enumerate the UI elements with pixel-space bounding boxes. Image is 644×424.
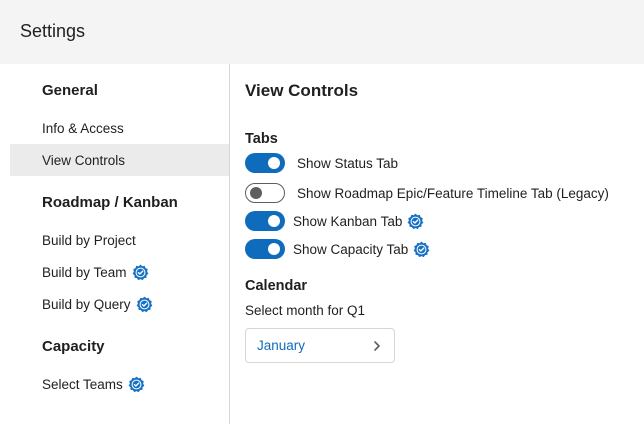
verified-badge-icon [128, 376, 145, 393]
verified-badge-icon [136, 296, 153, 313]
kanban-tab-toggle[interactable] [245, 211, 285, 231]
sidebar-item-label: Info & Access [42, 120, 124, 136]
sidebar-item-label: Build by Team [42, 264, 127, 280]
q1-month-label: Select month for Q1 [245, 303, 366, 318]
toggle-label: Show Status Tab [297, 155, 399, 171]
toggle-row-roadmap-tab: Show Roadmap Epic/Feature Timeline Tab (… [245, 182, 609, 204]
settings-content: View Controls Tabs Show Status Tab Show … [245, 64, 644, 424]
dropdown-selected-value: January [257, 338, 306, 353]
page-title: View Controls [245, 81, 359, 100]
verified-badge-icon [132, 264, 149, 281]
q1-month-dropdown[interactable]: January [245, 328, 395, 363]
sidebar-item-label: Select Teams [42, 376, 123, 392]
sidebar-item-build-by-project[interactable]: Build by Project [10, 224, 229, 256]
toggle-knob [268, 243, 280, 255]
toggle-row-status-tab: Show Status Tab [245, 152, 398, 174]
toggle-knob [268, 157, 280, 169]
status-tab-toggle[interactable] [245, 153, 285, 173]
sidebar-item-info-access[interactable]: Info & Access [10, 112, 229, 144]
verified-badge-icon [407, 213, 424, 230]
settings-header: Settings [0, 0, 644, 64]
sidebar-item-build-by-query[interactable]: Build by Query [10, 288, 229, 320]
tabs-section-title: Tabs [245, 131, 278, 147]
sidebar-item-view-controls[interactable]: View Controls [10, 144, 229, 176]
toggle-label: Show Capacity Tab [293, 241, 409, 257]
toggle-row-kanban-tab: Show Kanban Tab [245, 210, 424, 232]
toggle-knob [268, 215, 280, 227]
sidebar-item-build-by-team[interactable]: Build by Team [10, 256, 229, 288]
roadmap-timeline-tab-toggle[interactable] [245, 183, 285, 203]
settings-sidebar: General Info & Access View Controls Road… [0, 64, 230, 424]
settings-title: Settings [20, 21, 86, 41]
toggle-label: Show Kanban Tab [293, 213, 403, 229]
sidebar-item-label: Build by Project [42, 232, 136, 248]
sidebar-item-label: Build by Query [42, 296, 131, 312]
sidebar-item-select-teams[interactable]: Select Teams [10, 368, 229, 400]
chevron-right-icon [374, 341, 380, 351]
toggle-row-capacity-tab: Show Capacity Tab [245, 238, 430, 260]
toggle-knob [250, 187, 262, 199]
nav-heading-general: General [42, 82, 98, 99]
toggle-label: Show Roadmap Epic/Feature Timeline Tab (… [297, 185, 609, 201]
sidebar-item-label: View Controls [42, 152, 126, 168]
calendar-section-title: Calendar [245, 278, 308, 294]
nav-heading-capacity: Capacity [42, 338, 105, 355]
capacity-tab-toggle[interactable] [245, 239, 285, 259]
verified-badge-icon [413, 241, 430, 258]
nav-heading-roadmap-kanban: Roadmap / Kanban [42, 194, 178, 211]
